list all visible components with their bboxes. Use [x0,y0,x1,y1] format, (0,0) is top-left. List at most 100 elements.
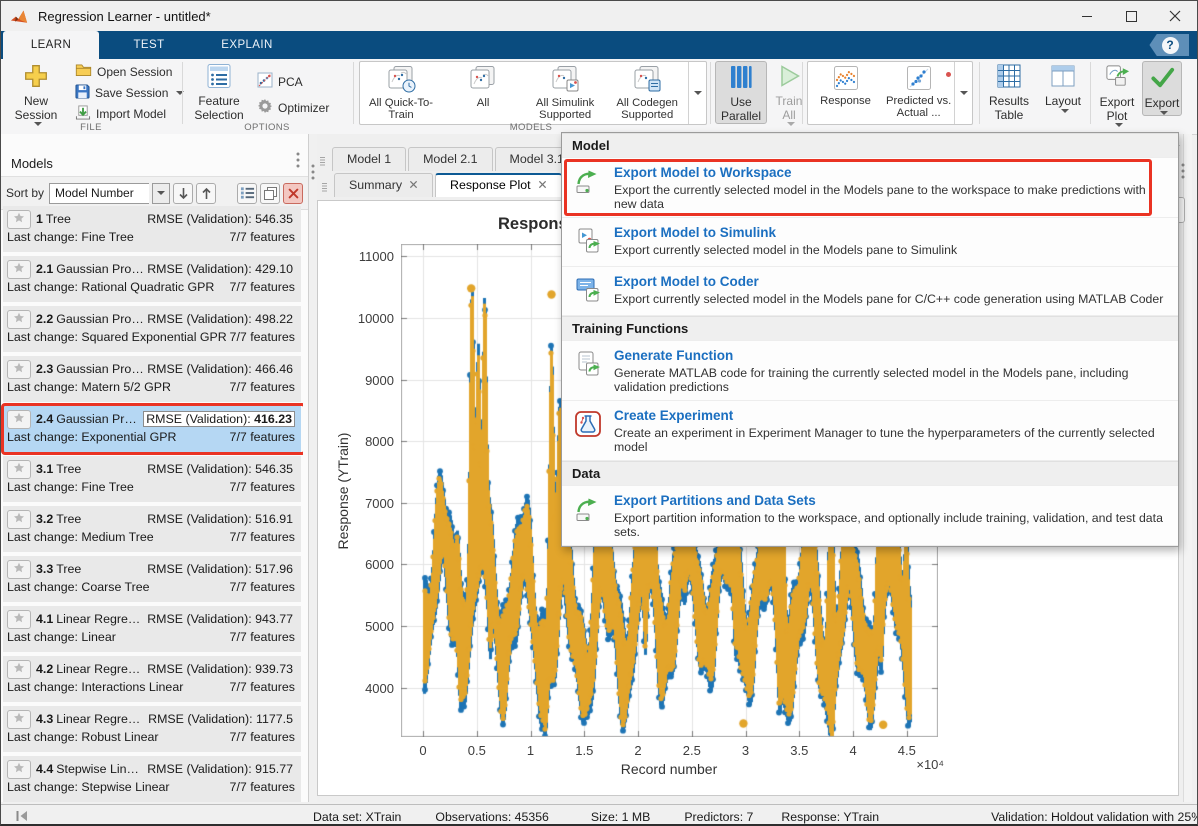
favorite-star-button[interactable] [7,760,31,779]
model-card[interactable]: 4.3 Linear Regression RMSE (Validation):… [3,706,301,752]
create-experiment-icon [574,410,604,443]
plots-gallery-expand-button[interactable] [954,62,972,124]
model-card[interactable]: 2.4 Gaussian Proce... RMSE (Validation):… [3,406,301,452]
menu-item-description: Export the currently selected model in t… [614,183,1168,211]
favorite-star-button[interactable] [7,710,31,729]
right-scroll-strip[interactable] [1183,134,1192,802]
model-type-gallery-item[interactable]: All Codegen Supported [606,62,688,124]
models-panel-menu-button[interactable] [296,152,300,171]
response-plot-button[interactable]: Response [808,62,883,124]
layout-button[interactable]: Layout [1039,61,1087,113]
model-card[interactable]: 3.1 Tree RMSE (Validation): 546.35 Last … [3,456,301,502]
model-rmse: RMSE (Validation): 943.77 [145,612,295,626]
view-tab[interactable]: Summary [334,173,433,197]
favorite-star-button[interactable] [7,660,31,679]
ribbon-tab[interactable]: LEARN [3,31,99,59]
ribbon-tab[interactable]: TEST [101,31,197,59]
model-card[interactable]: 4.4 Stepwise Linear... RMSE (Validation)… [3,756,301,802]
x-tick-label: 3 [724,743,768,758]
model-rmse: RMSE (Validation): 516.91 [145,512,295,526]
document-bar-menu-button[interactable] [1181,156,1185,186]
view-tab[interactable]: Response Plot [435,173,562,197]
delete-model-button[interactable] [283,183,303,204]
model-card[interactable]: 2.3 Gaussian Proce... RMSE (Validation):… [3,356,301,402]
model-last-change: Last change: Squared Exponential GPR [7,330,227,344]
models-panel: Models Sort by Model Number 1 Tree RMS [1,134,309,802]
ribbon-tab[interactable]: EXPLAIN [199,31,295,59]
model-card[interactable]: 2.2 Gaussian Proce... RMSE (Validation):… [3,306,301,352]
duplicate-model-button[interactable] [260,183,280,204]
x-tick-label: 4 [831,743,875,758]
y-tick-label: 5000 [332,619,394,634]
menu-item[interactable]: Create Experiment Create an experiment i… [562,401,1178,460]
plots-gallery: Response Predicted vs. Actual ... [807,61,973,125]
panel-splitter[interactable] [309,134,317,802]
import-model-button[interactable]: Import Model [71,103,188,124]
minimize-button[interactable] [1065,1,1109,31]
x-tick-label: 1 [509,743,553,758]
model-type-gallery-item[interactable]: All Simulink Supported [524,62,606,124]
close-button[interactable] [1153,1,1197,31]
model-card[interactable]: 3.3 Tree RMSE (Validation): 517.96 Last … [3,556,301,602]
model-id: 4.2 [36,662,53,676]
model-card[interactable]: 4.2 Linear Regression RMSE (Validation):… [3,656,301,702]
model-document-tab[interactable]: Model 1 [332,147,406,171]
menu-item[interactable]: Export Model to Simulink Export currentl… [562,218,1178,266]
results-table-button[interactable]: Results Table [983,61,1035,122]
export-plot-button[interactable]: Export Plot [1094,61,1140,127]
export-button[interactable]: Export [1142,61,1182,116]
save-session-button[interactable]: Save Session [71,82,188,103]
close-icon[interactable] [538,178,547,192]
help-icon: ? [1162,37,1179,54]
favorite-star-button[interactable] [7,560,31,579]
model-name: Stepwise Linear... [56,762,145,776]
favorite-star-button[interactable] [7,310,31,329]
model-type-gallery-item[interactable]: All [442,62,524,124]
use-parallel-toggle[interactable]: Use Parallel [715,61,767,124]
menu-item[interactable]: Export Model to Workspace Export the cur… [562,158,1178,217]
model-id: 2.1 [36,262,53,276]
menu-item[interactable]: Export Model to Coder Export currently s… [562,267,1178,315]
favorite-star-button[interactable] [7,410,31,429]
train-all-button[interactable]: Train All [769,61,809,126]
pca-button[interactable]: PCA [253,71,333,92]
model-document-tab[interactable]: Model 2.1 [408,147,492,171]
favorite-star-button[interactable] [7,460,31,479]
model-features: 7/7 features [230,580,295,594]
export-menu-row: Create Experiment Create an experiment i… [562,401,1178,461]
model-id: 2.3 [36,362,53,376]
maximize-button[interactable] [1109,1,1153,31]
model-features: 7/7 features [230,430,295,444]
window-title: Regression Learner - untitled* [38,9,211,24]
open-session-button[interactable]: Open Session [71,61,188,82]
model-card[interactable]: 4.1 Linear Regression RMSE (Validation):… [3,606,301,652]
predicted-vs-actual-button[interactable]: Predicted vs. Actual ... [883,62,954,124]
menu-item[interactable]: Generate Function Generate MATLAB code f… [562,341,1178,400]
model-card[interactable]: 2.1 Gaussian Proce... RMSE (Validation):… [3,256,301,302]
menu-item-description: Generate MATLAB code for training the cu… [614,366,1168,394]
sort-by-select-caret[interactable] [152,183,170,204]
gallery-expand-button[interactable] [688,62,706,124]
favorite-star-button[interactable] [7,610,31,629]
new-session-button[interactable]: New Session [5,61,67,126]
model-card[interactable]: 3.2 Tree RMSE (Validation): 516.91 Last … [3,506,301,552]
sort-descending-button[interactable] [196,183,216,204]
menu-item[interactable]: Export Partitions and Data Sets Export p… [562,486,1178,545]
sort-by-label: Sort by [6,186,44,200]
export-menu-row: Export Partitions and Data Sets Export p… [562,486,1178,546]
favorite-star-button[interactable] [7,260,31,279]
model-card[interactable]: 1 Tree RMSE (Validation): 546.35 Last ch… [3,206,301,252]
favorite-star-button[interactable] [7,210,31,229]
menu-item-title: Export Partitions and Data Sets [614,493,1168,508]
optimizer-button[interactable]: Optimizer [253,97,333,118]
select-models-button[interactable] [237,183,257,204]
favorite-star-button[interactable] [7,510,31,529]
favorite-star-button[interactable] [7,360,31,379]
collapse-left-button[interactable] [15,810,29,822]
sort-ascending-button[interactable] [173,183,193,204]
model-features: 7/7 features [230,480,295,494]
close-icon[interactable] [409,178,418,192]
model-type-gallery-item[interactable]: All Quick-To-Train [360,62,442,124]
feature-selection-button[interactable]: Feature Selection [189,61,249,122]
sort-by-select[interactable]: Model Number [49,183,149,204]
